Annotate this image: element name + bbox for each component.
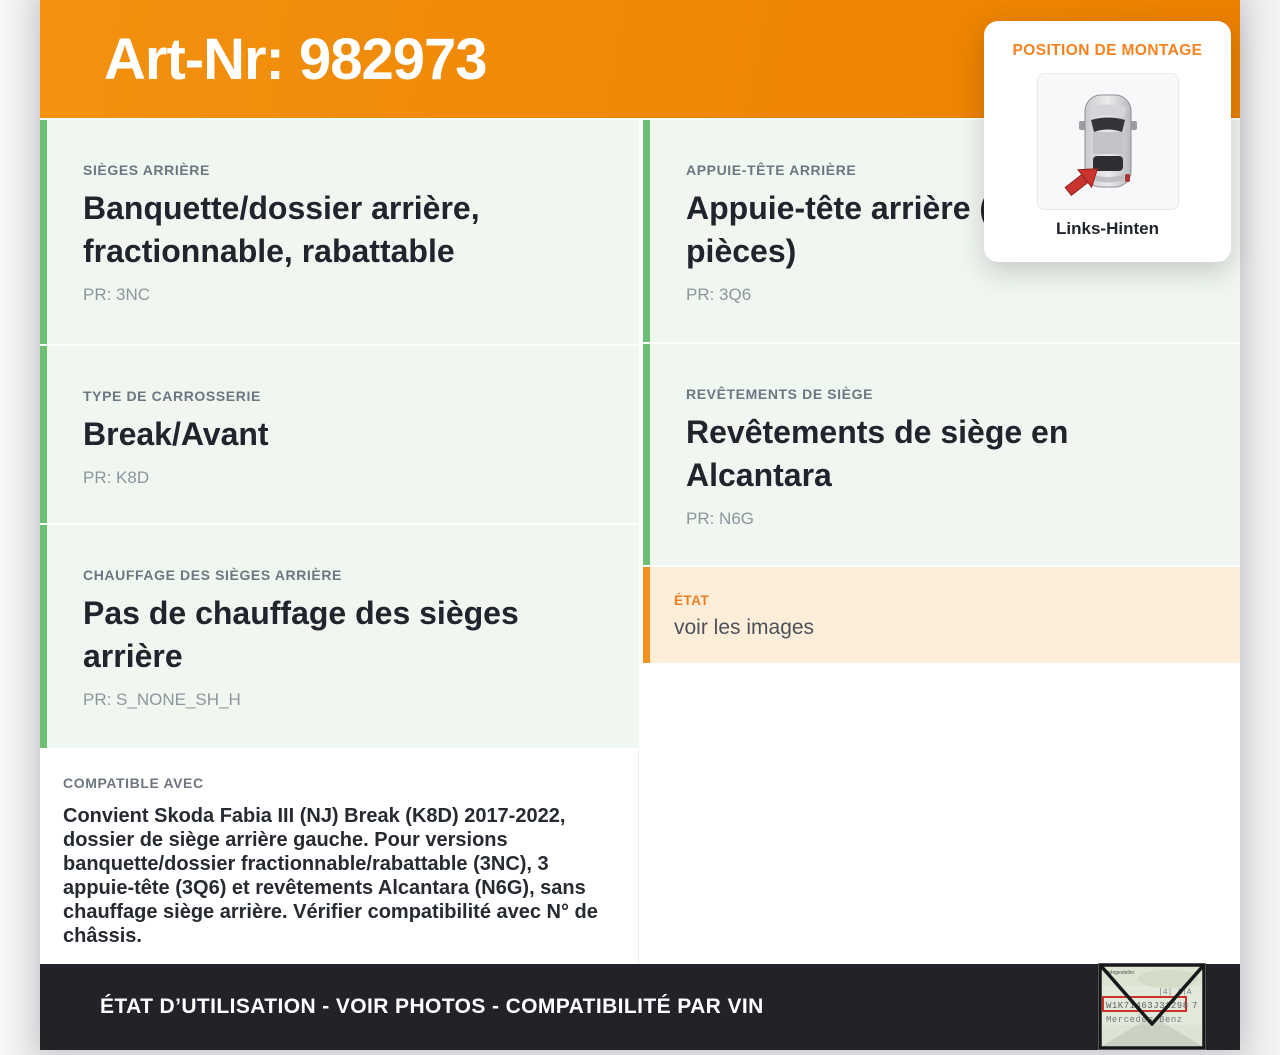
spec-pr-code: PR: 3Q6: [686, 284, 752, 304]
footer-bar: ÉTAT D’UTILISATION - VOIR PHOTOS - COMPA…: [40, 964, 1240, 1050]
spec-card-chauffage: CHAUFFAGE DES SIÈGES ARRIÈRE Pas de chau…: [40, 525, 639, 748]
vin-document-thumbnail: Fahrgestellnr. |4| A|A W1K71463J31298 7 …: [1098, 963, 1206, 1050]
mounting-position-card: POSITION DE MONTAGE Links-Hinten: [984, 21, 1231, 262]
etat-card: ÉTAT voir les images: [643, 567, 1240, 663]
spec-label: SIÈGES ARRIÈRE: [83, 162, 210, 178]
vin-doc-vin-suffix: 7: [1192, 1001, 1197, 1011]
spec-label: CHAUFFAGE DES SIÈGES ARRIÈRE: [83, 567, 342, 583]
vin-document-envelope-icon: Fahrgestellnr. |4| A|A W1K71463J31298 7 …: [1098, 963, 1206, 1050]
spec-column-left: SIÈGES ARRIÈRE Banquette/dossier arrière…: [40, 120, 639, 964]
spec-label: TYPE DE CARROSSERIE: [83, 388, 261, 404]
etat-value: voir les images: [674, 616, 815, 639]
mounting-position-title: POSITION DE MONTAGE: [1012, 42, 1203, 59]
mounting-position-image-box: [1036, 73, 1179, 210]
spec-card-revetements: REVÊTEMENTS DE SIÈGE Revêtements de sièg…: [643, 344, 1240, 565]
spec-title: Pas de chauffage des sièges arrière: [83, 595, 519, 674]
etat-label: ÉTAT: [674, 593, 710, 608]
mounting-position-caption: Links-Hinten: [1056, 219, 1159, 238]
spec-pr-code: PR: S_NONE_SH_H: [83, 689, 241, 709]
compatibility-text: Convient Skoda Fabia III (NJ) Break (K8D…: [63, 805, 598, 947]
compatibility-card: COMPATIBLE AVEC Convient Skoda Fabia III…: [40, 750, 639, 964]
spec-pr-code: PR: K8D: [83, 467, 150, 487]
spec-pr-code: PR: 3NC: [83, 284, 151, 304]
spec-card-type-carrosserie: TYPE DE CARROSSERIE Break/Avant PR: K8D: [40, 346, 639, 523]
listing-page: Art-Nr: 982973 SIÈGES ARRIÈRE Banquette/…: [40, 0, 1240, 1050]
footer-text: ÉTAT D’UTILISATION - VOIR PHOTOS - COMPA…: [100, 995, 764, 1018]
car-top-view-icon: [1064, 94, 1137, 197]
spec-card-sieges-arriere: SIÈGES ARRIÈRE Banquette/dossier arrière…: [40, 120, 639, 344]
spec-title: Banquette/dossier arrière, fractionnable…: [83, 190, 480, 269]
spec-label: REVÊTEMENTS DE SIÈGE: [686, 386, 874, 402]
spec-title: Revêtements de siège en Alcantara: [686, 414, 1069, 493]
vin-doc-vin-text: W1K71463J31298: [1106, 1001, 1189, 1011]
spec-title: Break/Avant: [83, 416, 269, 452]
article-number-title: Art-Nr: 982973: [104, 26, 488, 92]
spec-pr-code: PR: N6G: [686, 508, 755, 528]
compatibility-label: COMPATIBLE AVEC: [63, 775, 204, 791]
